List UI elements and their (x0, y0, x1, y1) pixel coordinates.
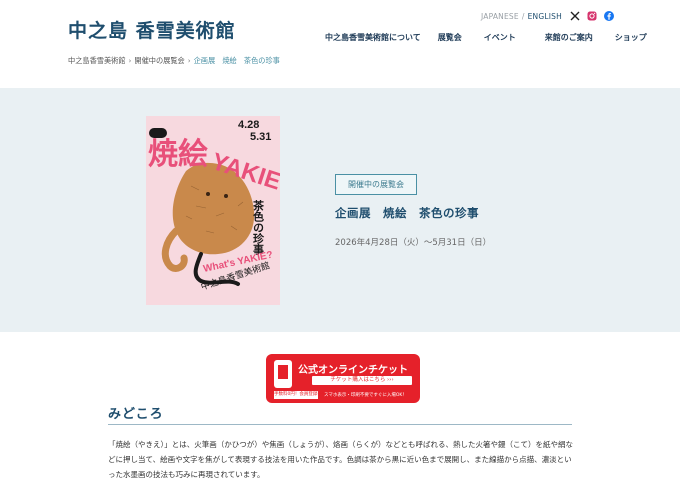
section-title-highlights: みどころ (108, 407, 164, 422)
instagram-icon[interactable] (586, 10, 597, 21)
lang-english-link[interactable]: ENGLISH (528, 12, 562, 21)
ticket-entry-note: スマホ表示・印刷不要ですぐに入場OK！ (324, 393, 407, 398)
lang-separator: / (521, 12, 525, 21)
poster-date-end: 5.31 (250, 131, 271, 143)
breadcrumb: 中之島香雪美術館 › 開催中の展覧会 › 企画展 焼絵 茶色の珍事 (68, 56, 280, 66)
poster-date-start: 4.28 (238, 119, 259, 131)
section-divider (108, 424, 572, 425)
exhibition-poster: 焼絵 YAKIE 4.28 5.31 茶色の珍事 What's YAKIE? 中… (146, 116, 280, 305)
online-ticket-button[interactable]: 公式オンラインチケット チケット購入はこちら ››› 手数料0円！会員登録不要！… (266, 354, 420, 403)
exhibition-title: 企画展 焼絵 茶色の珍事 (335, 206, 479, 220)
ticket-purchase-link: チケット購入はこちら ››› (312, 376, 412, 385)
poster-subtitle: 茶色の珍事 (252, 199, 266, 256)
nav-shop[interactable]: ショップ (615, 32, 647, 43)
lang-japanese-link[interactable]: JAPANESE (481, 12, 519, 21)
breadcrumb-separator: › (128, 56, 132, 65)
poster-title: 焼絵 (148, 137, 208, 172)
smartphone-icon (274, 360, 292, 388)
breadcrumb-current-exhibitions[interactable]: 開催中の展覧会 (134, 56, 184, 65)
global-nav: 中之島香雪美術館について 展覧会 イベント 来館のご案内 ショップ (325, 32, 647, 43)
nav-events[interactable]: イベント (484, 32, 516, 43)
x-icon[interactable] (569, 10, 580, 21)
nav-about[interactable]: 中之島香雪美術館について (325, 32, 421, 43)
status-badge: 開催中の展覧会 (335, 174, 417, 195)
ticket-title: 公式オンラインチケット (298, 365, 408, 376)
ticket-fee-note: 手数料0円！会員登録不要！ (274, 391, 331, 399)
language-switcher: JAPANESE / ENGLISH (481, 12, 562, 21)
highlights-body: 「焼絵（やきえ）」とは、火筆画（かひつが）や焦画（しょうが）、烙画（らくが）など… (108, 440, 573, 479)
breadcrumb-home[interactable]: 中之島香雪美術館 (68, 56, 126, 65)
facebook-icon[interactable] (603, 10, 614, 21)
exhibition-dates: 2026年4月28日（火）〜5月31日（日） (335, 238, 492, 248)
nav-visit[interactable]: 来館のご案内 (545, 32, 593, 43)
museum-logo[interactable]: 中之島 香雪美術館 (68, 16, 236, 43)
breadcrumb-current-page: 企画展 焼絵 茶色の珍事 (193, 56, 280, 65)
breadcrumb-separator: › (187, 56, 191, 65)
nav-exhibitions[interactable]: 展覧会 (438, 32, 462, 43)
social-links (569, 10, 614, 21)
